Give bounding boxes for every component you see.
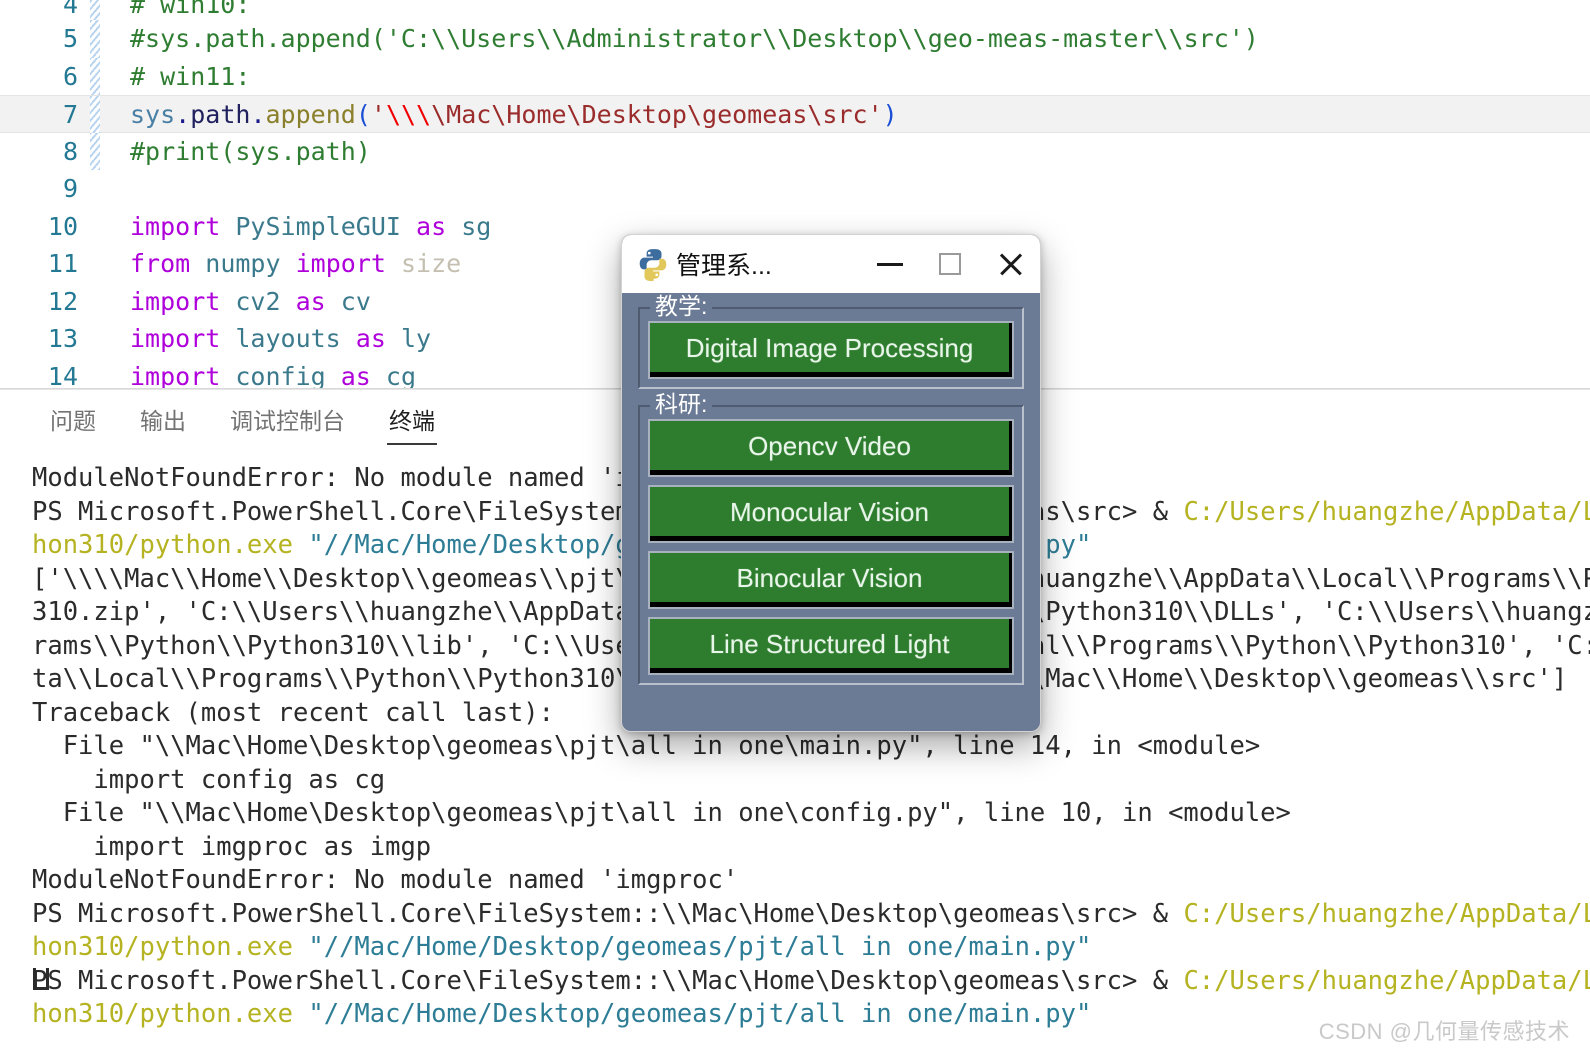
terminal-line: File "\\Mac\Home\Desktop\geomeas\pjt\all… — [32, 731, 1261, 761]
code-text: #print(sys.path) — [130, 136, 371, 166]
minimize-button[interactable] — [860, 235, 920, 293]
terminal-cursor — [33, 968, 49, 990]
dialog-button-digital-image-processing[interactable]: Digital Image Processing — [648, 321, 1014, 379]
line-number: 5 — [62, 24, 78, 53]
terminal-line: hon310/python.exe "//Mac/Home/Desktop/ge… — [32, 932, 1092, 962]
close-button[interactable] — [980, 235, 1040, 293]
close-icon — [997, 251, 1023, 277]
line-number: 8 — [62, 136, 78, 166]
maximize-button[interactable] — [920, 235, 980, 293]
dialog-titlebar[interactable]: 管理系... — [622, 235, 1040, 293]
panel-tab-3[interactable]: 终端 — [367, 395, 457, 447]
indent-guide — [78, 132, 130, 171]
indent-guide — [78, 57, 130, 96]
code-line[interactable]: 7 sys.path.append('\\\\Mac\Home\Desktop\g… — [0, 95, 1590, 134]
code-text: # win10: — [130, 0, 251, 19]
maximize-icon — [939, 253, 961, 275]
dialog-group-0: 教学: Digital Image Processing — [638, 293, 1024, 389]
panel-tabbar: 问题 输出 调试控制台 终端 — [0, 390, 457, 452]
csdn-watermark: CSDN @几何量传感技术 — [1318, 1019, 1570, 1044]
indent-guide — [78, 358, 130, 391]
terminal-line: PS Microsoft.PowerShell.Core\FileSystem:… — [32, 965, 1590, 996]
code-text: import config as cg — [130, 361, 417, 391]
terminal-line: PS Microsoft.PowerShell.Core\FileSystem:… — [32, 898, 1590, 929]
line-number: 14 — [47, 361, 78, 391]
code-text: sys.path.append('\\\\Mac\Home\Desktop\ge… — [130, 100, 898, 129]
code-text: import layouts as ly — [130, 324, 432, 353]
dialog-button-monocular-vision[interactable]: Monocular Vision — [648, 485, 1014, 543]
panel-tab-2[interactable]: 调试控制台 — [208, 395, 367, 447]
terminal-line: ModuleNotFoundError: No module named 'im… — [32, 865, 739, 895]
dialog-button-opencv-video[interactable]: Opencv Video — [648, 419, 1014, 477]
indent-guide — [78, 96, 130, 134]
indent-guide — [78, 0, 130, 20]
dialog-body: 教学: Digital Image Processing 科研: Opencv Vid… — [622, 293, 1040, 731]
line-number: 9 — [62, 174, 78, 203]
dialog-button-binocular-vision[interactable]: Binocular Vision — [648, 551, 1014, 609]
dialog-group-1: 科研: Opencv Video Monocular Vision Binocular… — [638, 391, 1024, 685]
line-number: 10 — [47, 211, 78, 241]
code-text: import PySimpleGUI as sg — [130, 211, 492, 241]
minimize-icon — [877, 262, 903, 266]
code-text: import cv2 as cv — [130, 286, 371, 316]
line-number: 4 — [62, 0, 78, 19]
window-controls — [860, 235, 1040, 293]
terminal-line: import imgproc as imgp — [32, 831, 432, 862]
code-text: #sys.path.append('C:\\Users\\Administrat… — [130, 24, 1259, 53]
code-text: from numpy import size — [130, 249, 462, 278]
indent-guide — [78, 320, 130, 358]
dialog-title: 管理系... — [676, 252, 772, 280]
app-root: 4 # win10: 5 #sys.path.append('C:\\Users\\A… — [0, 0, 1590, 1058]
code-line[interactable]: 5 #sys.path.append('C:\\Users\\Administra… — [0, 20, 1590, 58]
group-label: 科研: — [650, 391, 713, 417]
code-line[interactable]: 8 #print(sys.path) — [0, 132, 1590, 171]
pysimplegui-dialog[interactable]: 管理系... 教学: Digital Image Processing 科研: Ope… — [621, 234, 1041, 732]
line-number: 6 — [62, 61, 78, 91]
dialog-button-line-structured-light[interactable]: Line Structured Light — [648, 617, 1014, 675]
indent-guide — [78, 170, 130, 208]
indent-guide — [78, 245, 130, 283]
group-label: 教学: — [650, 293, 713, 319]
terminal-line: import config as cg — [32, 764, 386, 795]
terminal-line: File "\\Mac\Home\Desktop\geomeas\pjt\all… — [32, 798, 1291, 828]
indent-guide — [78, 283, 130, 321]
code-line[interactable]: 9 — [0, 170, 1590, 208]
code-line[interactable]: 4 # win10: — [0, 0, 1590, 20]
line-number: 11 — [47, 249, 78, 278]
panel-tab-0[interactable]: 问题 — [28, 395, 118, 447]
line-number: 13 — [47, 324, 78, 353]
code-text: # win11: — [130, 61, 251, 91]
line-number: 7 — [62, 100, 78, 129]
code-line[interactable]: 6 # win11: — [0, 57, 1590, 96]
panel-tab-1[interactable]: 输出 — [118, 395, 208, 447]
indent-guide — [78, 20, 130, 58]
line-number: 12 — [47, 286, 78, 316]
python-icon — [636, 247, 670, 281]
indent-guide — [78, 208, 130, 246]
